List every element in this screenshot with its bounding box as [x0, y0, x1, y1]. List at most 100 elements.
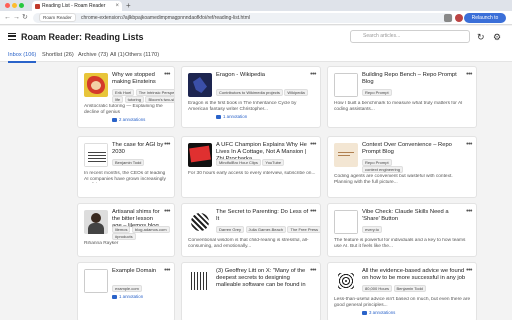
extension-icon[interactable]: [444, 14, 452, 22]
article-card[interactable]: Building Repo Bench – Repo Prompt Blog ••…: [327, 66, 477, 128]
tag-badge[interactable]: Darren Grey: [216, 226, 245, 233]
annotation-icon: [362, 311, 367, 315]
tag-badge[interactable]: 80,000 Hours: [362, 285, 393, 292]
article-card[interactable]: The Secret to Parenting: Do Less of It ••…: [181, 203, 321, 257]
tag-badge[interactable]: Repo Prompt: [362, 89, 392, 96]
url-bar[interactable]: Roam Reader chrome-extension://ajlkbpajk…: [33, 13, 453, 23]
filter-tabs: Inbox (106) Shortlist (26) Archive (73) …: [0, 48, 512, 63]
article-tags: context engineering: [362, 166, 404, 173]
tag-badge[interactable]: MindfulBro Hour Clips: [216, 159, 261, 166]
favicon-icon: [35, 3, 40, 9]
forward-icon[interactable]: →: [13, 13, 20, 23]
tag-badge[interactable]: Repo Prompt: [362, 159, 392, 166]
new-tab-icon[interactable]: +: [126, 1, 131, 11]
article-thumbnail: [188, 210, 212, 234]
article-card[interactable]: A UFC Champion Explains Why He Lives In …: [181, 136, 321, 198]
more-options-icon[interactable]: •••: [310, 267, 316, 274]
article-thumbnail: [84, 143, 108, 167]
more-options-icon[interactable]: •••: [164, 208, 170, 215]
article-card[interactable]: Artisanal shims for the bitter lesson ag…: [77, 203, 175, 257]
article-tags: #products: [112, 233, 137, 240]
tag-badge[interactable]: every.to: [362, 226, 382, 233]
article-tags: example.com: [112, 285, 143, 292]
more-options-icon[interactable]: •••: [310, 208, 316, 215]
tag-badge[interactable]: YouTube: [262, 159, 285, 166]
tag-badge[interactable]: Erik Hoel: [112, 89, 135, 96]
profile-avatar[interactable]: [455, 14, 463, 22]
annotation-label: 2 annotations: [119, 117, 146, 122]
annotation-count[interactable]: 1 annotation: [216, 114, 247, 120]
tag-badge[interactable]: tutoring: [124, 96, 144, 103]
tab-inbox[interactable]: Inbox (106): [8, 50, 37, 63]
article-title[interactable]: The case for AGI by 2030: [112, 142, 164, 156]
article-thumbnail: [188, 73, 212, 97]
article-title[interactable]: Example Domain: [112, 268, 164, 275]
search-input[interactable]: Search articles...: [350, 30, 470, 43]
tab-archive[interactable]: Archive (73): [78, 50, 108, 60]
more-options-icon[interactable]: •••: [164, 141, 170, 148]
tab-all[interactable]: All (1): [110, 50, 125, 60]
article-tags: 80,000 Hours Benjamin Todd: [362, 285, 427, 292]
menu-icon[interactable]: [8, 33, 16, 40]
tag-badge[interactable]: lilemos: [112, 226, 131, 233]
tag-badge[interactable]: #products: [112, 233, 136, 240]
tag-badge[interactable]: life: [112, 96, 124, 103]
article-card[interactable]: The case for AGI by 2030 ••• Benjamin Todd…: [77, 136, 175, 198]
article-title[interactable]: All the evidence-based advice we found o…: [362, 268, 466, 282]
relaunch-button[interactable]: Relaunch to update: [464, 13, 506, 31]
article-card[interactable]: Vibe Check: Claude Skills Need a 'Share'…: [327, 203, 477, 257]
refresh-icon[interactable]: ↻: [477, 32, 485, 42]
more-options-icon[interactable]: •••: [466, 267, 472, 274]
more-options-icon[interactable]: •••: [310, 141, 316, 148]
tag-badge[interactable]: Benjamin Todd: [112, 159, 145, 166]
more-options-icon[interactable]: •••: [466, 71, 472, 78]
article-card[interactable]: Context Over Convenience – Repo Prompt B…: [327, 136, 477, 198]
annotation-count[interactable]: 3 annotations: [362, 310, 395, 316]
article-tags: Repo Prompt: [362, 89, 393, 96]
article-title[interactable]: Context Over Convenience – Repo Prompt B…: [362, 142, 466, 156]
tag-badge[interactable]: blog.adamos.com: [131, 226, 170, 233]
maximize-window-dot[interactable]: [19, 3, 24, 8]
more-options-icon[interactable]: •••: [466, 141, 472, 148]
reload-icon[interactable]: ↻: [22, 13, 28, 23]
article-title[interactable]: Building Repo Bench – Repo Prompt Blog: [362, 72, 466, 86]
article-title[interactable]: (3) Geoffrey Litt on X: "Many of the dee…: [216, 268, 310, 289]
more-options-icon[interactable]: •••: [164, 71, 170, 78]
tag-badge[interactable]: context engineering: [362, 166, 403, 173]
article-title[interactable]: The Secret to Parenting: Do Less of It: [216, 209, 310, 223]
page-title: Roam Reader: Reading Lists: [21, 32, 144, 42]
tab-others[interactable]: Others (1170): [125, 50, 159, 60]
tag-badge[interactable]: The Intrinsic Perspective: [135, 89, 174, 96]
close-window-dot[interactable]: [5, 3, 10, 8]
article-thumbnail: [334, 143, 358, 167]
tag-badge[interactable]: Contributors to Wikimedia projects: [216, 89, 283, 96]
tag-badge[interactable]: The Free Press: [287, 226, 320, 233]
article-card[interactable]: All the evidence-based advice we found o…: [327, 262, 477, 320]
article-thumbnail: [334, 210, 358, 234]
article-card[interactable]: (3) Geoffrey Litt on X: "Many of the dee…: [181, 262, 321, 320]
tab-shortlist[interactable]: Shortlist (26): [42, 50, 74, 60]
tag-badge[interactable]: Bloom's two-sigma problem: [145, 96, 174, 103]
more-options-icon[interactable]: •••: [466, 208, 472, 215]
browser-tab-bar: Reading List - Roam Reader × +: [0, 0, 512, 11]
tag-badge[interactable]: Julia Garner-Beach: [245, 226, 286, 233]
article-thumbnail: [84, 269, 108, 293]
annotation-count[interactable]: 2 annotations: [112, 117, 145, 123]
minimize-window-dot[interactable]: [12, 3, 17, 8]
more-options-icon[interactable]: •••: [310, 71, 316, 78]
more-options-icon[interactable]: •••: [164, 267, 170, 274]
browser-tab[interactable]: Reading List - Roam Reader ×: [32, 1, 122, 11]
tag-badge[interactable]: example.com: [112, 285, 142, 292]
settings-icon[interactable]: ⚙: [493, 32, 501, 42]
tag-badge[interactable]: Wikipedia: [284, 89, 308, 96]
article-card[interactable]: Example Domain ••• example.com 1 annotation: [77, 262, 175, 320]
tag-badge[interactable]: Benjamin Todd: [393, 285, 426, 292]
article-title[interactable]: Why we stopped making Einsteins: [112, 72, 164, 86]
close-tab-icon[interactable]: ×: [115, 1, 119, 11]
article-card[interactable]: Why we stopped making Einsteins ••• Erik H…: [77, 66, 175, 128]
back-icon[interactable]: ←: [4, 13, 11, 23]
article-card[interactable]: Eragon - Wikipedia ••• Contributors to Wik…: [181, 66, 321, 128]
article-title[interactable]: Vibe Check: Claude Skills Need a 'Share'…: [362, 209, 466, 223]
article-title[interactable]: Eragon - Wikipedia: [216, 72, 310, 79]
annotation-count[interactable]: 1 annotation: [112, 294, 143, 300]
